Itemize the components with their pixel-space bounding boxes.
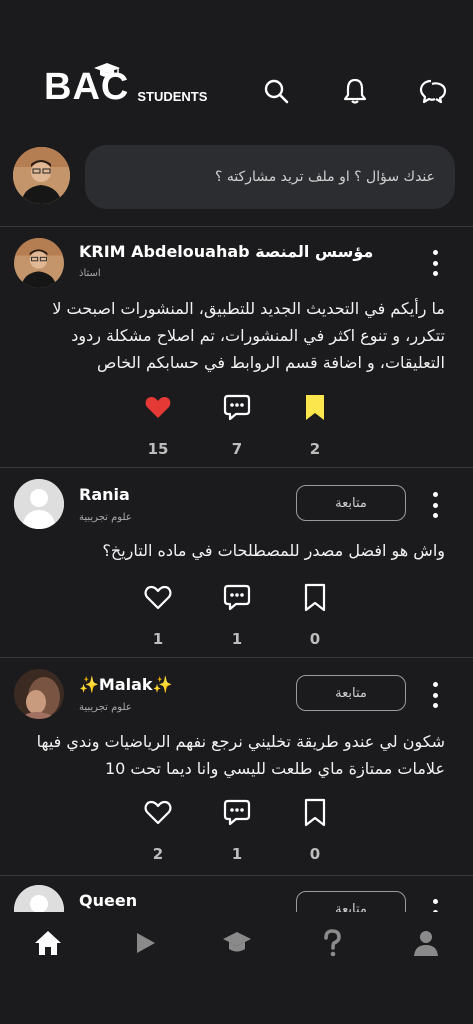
- saves-count: 0: [309, 845, 321, 863]
- author-subtitle: علوم تجريبية: [79, 512, 132, 523]
- search-icon[interactable]: [261, 76, 291, 106]
- comments-count: 7: [231, 440, 243, 458]
- author-name[interactable]: Queen: [79, 891, 137, 910]
- likes-count: 2: [152, 845, 164, 863]
- app-header: BAC STUDENTS: [0, 0, 473, 135]
- like-icon[interactable]: [143, 392, 173, 422]
- profile-icon[interactable]: [411, 928, 441, 958]
- comments-count: 1: [231, 845, 243, 863]
- post-text: ما رأيكم في التحديث الجديد للتطبيق، المن…: [52, 299, 445, 372]
- bookmark-icon[interactable]: [300, 582, 330, 612]
- post-card: KRIM Abdelouahab مؤسس المنصة استاذ ما رأ…: [0, 226, 473, 466]
- post-composer: عندك سؤال ؟ او ملف تريد مشاركته ؟: [0, 135, 473, 225]
- saves-count: 2: [309, 440, 321, 458]
- comment-icon[interactable]: [222, 582, 252, 612]
- bottom-navigation: [0, 912, 473, 974]
- composer-input[interactable]: عندك سؤال ؟ او ملف تريد مشاركته ؟: [85, 145, 455, 209]
- play-icon[interactable]: [130, 928, 160, 958]
- logo-cap-icon: [94, 63, 120, 77]
- post-menu-button[interactable]: [428, 492, 442, 518]
- post-menu-button[interactable]: [428, 899, 442, 912]
- app-logo[interactable]: BAC STUDENTS: [44, 68, 207, 106]
- bookmark-icon[interactable]: [300, 392, 330, 422]
- post-text: شكون لي عندو طريقة تخليني نرجع نفهم الري…: [36, 732, 445, 778]
- graduation-cap-icon[interactable]: [222, 928, 252, 958]
- post-card: ✨Malak✨ علوم تجريبية متابعة شكون لي عندو…: [0, 657, 473, 875]
- author-avatar[interactable]: [14, 885, 64, 912]
- chat-icon[interactable]: [418, 76, 448, 106]
- author-avatar[interactable]: [14, 238, 64, 288]
- author-avatar[interactable]: [14, 669, 64, 719]
- like-icon[interactable]: [143, 582, 173, 612]
- likes-count: 1: [152, 630, 164, 648]
- post-text: واش هو افضل مصدر للمصطلحات في ماده التار…: [102, 541, 445, 560]
- follow-button[interactable]: متابعة: [296, 675, 406, 711]
- home-icon[interactable]: [33, 928, 63, 958]
- bell-icon[interactable]: [340, 76, 370, 106]
- comments-count: 1: [231, 630, 243, 648]
- author-name[interactable]: ✨Malak✨: [79, 675, 172, 694]
- saves-count: 0: [309, 630, 321, 648]
- post-menu-button[interactable]: [428, 250, 442, 276]
- comment-icon[interactable]: [222, 392, 252, 422]
- author-subtitle: علوم تجريبية: [79, 702, 132, 713]
- question-icon[interactable]: [317, 928, 347, 958]
- comment-icon[interactable]: [222, 797, 252, 827]
- follow-button[interactable]: متابعة: [296, 891, 406, 912]
- logo-students-text: STUDENTS: [137, 89, 208, 104]
- bookmark-icon[interactable]: [300, 797, 330, 827]
- likes-count: 15: [147, 440, 169, 458]
- my-avatar[interactable]: [13, 147, 70, 204]
- author-name[interactable]: Rania: [79, 485, 130, 504]
- post-card: Rania علوم تجريبية متابعة واش هو افضل مص…: [0, 467, 473, 657]
- follow-button[interactable]: متابعة: [296, 485, 406, 521]
- post-menu-button[interactable]: [428, 682, 442, 708]
- author-name[interactable]: KRIM Abdelouahab مؤسس المنصة: [79, 242, 373, 261]
- post-card: Queen متابعة: [0, 875, 473, 912]
- author-avatar[interactable]: [14, 479, 64, 529]
- like-icon[interactable]: [143, 797, 173, 827]
- author-subtitle: استاذ: [79, 268, 101, 279]
